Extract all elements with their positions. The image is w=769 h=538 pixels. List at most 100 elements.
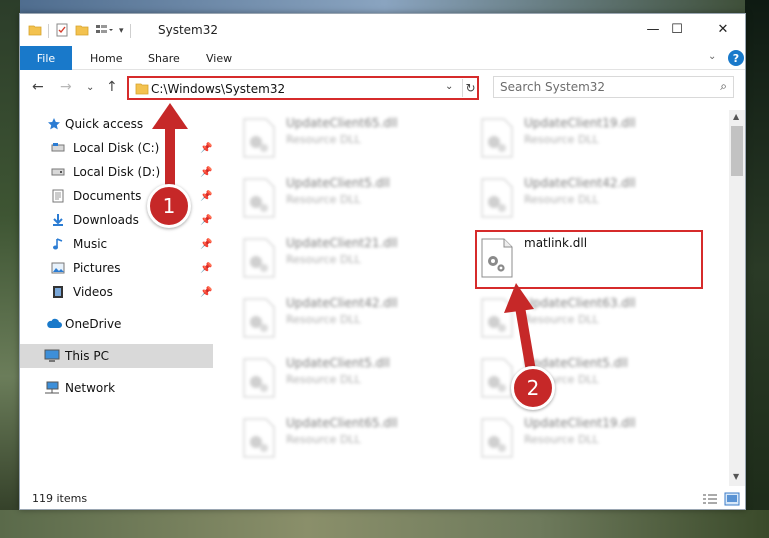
search-icon[interactable]: ⌕: [720, 79, 727, 94]
pictures-icon: [50, 260, 66, 276]
sidebar-item-label: Documents: [73, 189, 142, 203]
network-icon: [44, 380, 60, 396]
file-list: UpdateClient65.dll Resource DLL UpdateCl…: [214, 110, 728, 490]
sidebar-item-pictures[interactable]: Pictures 📌: [20, 256, 213, 280]
toolbar-separator: [129, 24, 131, 38]
pin-icon[interactable]: 📌: [200, 143, 212, 154]
view-menu-icon[interactable]: [95, 23, 113, 40]
up-button[interactable]: ↑: [106, 79, 118, 95]
properties-icon[interactable]: [55, 23, 69, 40]
sidebar-item-music[interactable]: Music 📌: [20, 232, 213, 256]
pin-icon[interactable]: 📌: [200, 167, 212, 178]
back-button[interactable]: ←: [32, 79, 44, 95]
pin-icon[interactable]: 📌: [200, 215, 212, 226]
scroll-up-icon[interactable]: ▲: [733, 112, 739, 121]
tab-share[interactable]: Share: [148, 46, 180, 70]
details-view-icon[interactable]: [702, 492, 718, 506]
search-input[interactable]: [500, 79, 700, 95]
computer-icon: [44, 348, 60, 364]
window-title: System32: [158, 23, 219, 37]
file-type: Resource DLL: [286, 433, 361, 446]
maximize-button[interactable]: ☐: [654, 14, 700, 44]
dll-file-icon: [480, 118, 514, 158]
file-type: Resource DLL: [524, 433, 599, 446]
file-item[interactable]: UpdateClient42.dll Resource DLL: [476, 174, 696, 230]
recent-locations-button[interactable]: ⌄: [86, 82, 94, 93]
search-box[interactable]: ⌕: [493, 76, 734, 98]
file-type: Resource DLL: [286, 193, 361, 206]
desktop-background-bottom: [0, 510, 769, 538]
file-item[interactable]: UpdateClient65.dll Resource DLL: [238, 114, 458, 170]
address-path[interactable]: C:\Windows\System32: [151, 82, 285, 96]
file-name: UpdateClient65.dll: [286, 416, 398, 430]
forward-button[interactable]: →: [60, 79, 72, 95]
toolbar-separator: [48, 24, 49, 38]
dll-file-icon: [242, 238, 276, 278]
sidebar-item-label: Videos: [73, 285, 113, 299]
sidebar-item-label: Quick access: [65, 117, 144, 131]
sidebar-item-label: This PC: [65, 349, 109, 363]
refresh-icon[interactable]: ↻: [462, 79, 478, 97]
folder-icon: [28, 23, 42, 40]
pin-icon[interactable]: 📌: [200, 287, 212, 298]
dll-file-icon: [242, 298, 276, 338]
cloud-icon: [46, 316, 62, 332]
close-button[interactable]: ✕: [700, 14, 746, 44]
title-bar: ▾ System32 — ☐ ✕: [20, 14, 745, 46]
dll-file-icon: [242, 178, 276, 218]
file-name: UpdateClient42.dll: [524, 176, 636, 190]
sidebar-item-label: Network: [65, 381, 116, 395]
file-type: Resource DLL: [524, 193, 599, 206]
address-dropdown-icon[interactable]: ⌄: [445, 81, 453, 92]
sidebar-item-label: Pictures: [73, 261, 121, 275]
scroll-thumb[interactable]: [731, 126, 743, 176]
customize-toolbar-icon[interactable]: ▾: [119, 26, 124, 36]
star-icon: [46, 116, 62, 132]
sidebar-item-this-pc[interactable]: This PC: [20, 344, 213, 368]
sidebar-item-videos[interactable]: Videos 📌: [20, 280, 213, 304]
file-name: UpdateClient5.dll: [286, 356, 390, 370]
file-name: UpdateClient42.dll: [286, 296, 398, 310]
desktop-background-right: [745, 0, 769, 538]
documents-icon: [50, 188, 66, 204]
file-item[interactable]: UpdateClient65.dll Resource DLL: [238, 414, 458, 470]
dll-file-icon: [242, 358, 276, 398]
pin-icon[interactable]: 📌: [200, 263, 212, 274]
pin-icon[interactable]: 📌: [200, 239, 212, 250]
file-type: Resource DLL: [286, 253, 361, 266]
new-folder-icon[interactable]: [75, 23, 89, 40]
file-name: UpdateClient21.dll: [286, 236, 398, 250]
desktop-background-left: [0, 0, 20, 538]
help-icon[interactable]: ?: [728, 50, 744, 66]
pin-icon[interactable]: 📌: [200, 191, 212, 202]
tab-file[interactable]: File: [20, 46, 72, 70]
file-item[interactable]: UpdateClient42.dll Resource DLL: [238, 294, 458, 350]
quick-access-toolbar: ▾: [28, 22, 131, 40]
drive-icon: [50, 164, 66, 180]
music-icon: [50, 236, 66, 252]
expand-ribbon-icon[interactable]: ⌄: [708, 51, 716, 62]
file-item[interactable]: UpdateClient5.dll Resource DLL: [238, 174, 458, 230]
sidebar-item-network[interactable]: Network: [20, 376, 213, 400]
file-item[interactable]: UpdateClient5.dll Resource DLL: [238, 354, 458, 410]
dll-file-icon: [480, 178, 514, 218]
sidebar-item-onedrive[interactable]: OneDrive: [20, 312, 213, 336]
downloads-icon: [50, 212, 66, 228]
file-name: UpdateClient65.dll: [286, 116, 398, 130]
file-item[interactable]: UpdateClient21.dll Resource DLL: [238, 234, 458, 290]
file-item[interactable]: UpdateClient19.dll Resource DLL: [476, 414, 696, 470]
tab-view[interactable]: View: [206, 46, 232, 70]
sidebar-item-label: Downloads: [73, 213, 139, 227]
scroll-down-icon[interactable]: ▼: [733, 472, 739, 481]
sidebar-item-label: Music: [73, 237, 108, 251]
file-item[interactable]: UpdateClient19.dll Resource DLL: [476, 114, 696, 170]
maximize-icon: ☐: [671, 21, 683, 37]
vertical-scrollbar[interactable]: ▲ ▼: [729, 110, 745, 486]
close-icon: ✕: [717, 21, 729, 37]
desktop-background-top: [0, 0, 769, 14]
file-name: UpdateClient19.dll: [524, 116, 636, 130]
large-icons-view-icon[interactable]: [724, 492, 740, 506]
tab-home[interactable]: Home: [90, 46, 122, 70]
item-count: 119 items: [32, 492, 88, 505]
file-type: Resource DLL: [286, 373, 361, 386]
